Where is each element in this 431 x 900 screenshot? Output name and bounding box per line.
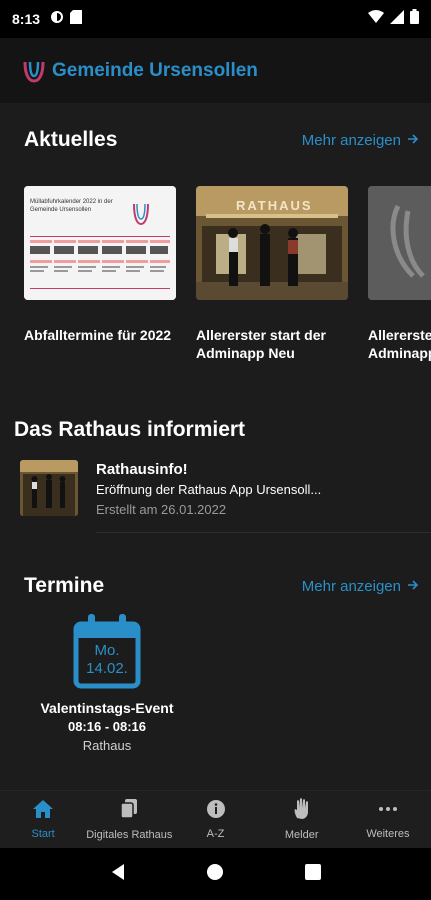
info-icon (206, 799, 226, 824)
nav-a-z-label: A-Z (206, 828, 225, 840)
news-card-title: Allererster start der Adminapp Neu (196, 327, 326, 361)
status-time: 8:13 (12, 11, 41, 27)
signal-icon (390, 9, 404, 29)
aktuelles-header: Aktuelles Mehr anzeigen (24, 128, 419, 152)
aktuelles-title: Aktuelles (24, 128, 118, 151)
news-card[interactable]: Allererster Adminapp (368, 186, 431, 362)
rathaus-info-text: Rathausinfo! Eröffnung der Rathaus App U… (96, 460, 321, 532)
news-card-image (368, 186, 431, 300)
termine-title: Termine (24, 574, 105, 597)
event-location: Rathaus (82, 738, 132, 753)
event-item[interactable]: Mo. 14.02. Valentinstags-Event 08:16 - 0… (24, 614, 190, 753)
rathaus-section-title: Das Rathaus informiert (14, 418, 246, 441)
news-card[interactable]: Müllabfuhrkalender 2022 in der Gemeinde … (24, 186, 176, 362)
news-card-image-caption: Müllabfuhrkalender 2022 in der Gemeinde … (30, 199, 113, 213)
nav-melder[interactable]: Melder (259, 791, 345, 848)
calendar-icon: Mo. 14.02. (72, 614, 142, 690)
notification-icon (50, 10, 64, 29)
rathaus-info-date: Erstellt am 26.01.2022 (96, 502, 227, 517)
sim-icon (70, 9, 83, 29)
aktuelles-carousel[interactable]: Müllabfuhrkalender 2022 in der Gemeinde … (24, 186, 431, 362)
app-title: Gemeinde Ursensollen (52, 59, 258, 81)
rathaus-info-thumbnail (20, 460, 78, 516)
arrow-right-icon (407, 132, 419, 149)
wifi-icon (368, 9, 384, 29)
nav-start-label: Start (31, 828, 55, 840)
home-circle-icon[interactable] (206, 863, 224, 886)
back-icon[interactable] (110, 863, 126, 886)
system-navigation-bar (0, 848, 431, 900)
bottom-navigation: Start Digitales Rathaus A-Z Melder Weite… (0, 790, 431, 848)
status-right (368, 9, 419, 29)
more-icon (377, 799, 399, 824)
home-icon (32, 799, 54, 824)
event-name: Valentinstags-Event (40, 700, 174, 716)
rathaus-info-item[interactable]: Rathausinfo! Eröffnung der Rathaus App U… (20, 460, 431, 532)
hand-icon (292, 798, 312, 825)
aktuelles-more-link[interactable]: Mehr anzeigen (302, 132, 419, 149)
news-card-image: Müllabfuhrkalender 2022 in der Gemeinde … (24, 186, 176, 300)
nav-weiteres-label: Weiteres (366, 828, 410, 840)
news-card-image-caption: RATHAUS (236, 198, 313, 213)
recents-icon[interactable] (304, 863, 321, 885)
news-card-title: Allererster Adminapp (368, 327, 431, 361)
divider (96, 532, 431, 533)
event-day: Mo. (94, 642, 120, 659)
event-date: 14.02. (86, 660, 128, 677)
app-header: Gemeinde Ursensollen (0, 38, 431, 104)
nav-a-z[interactable]: A-Z (172, 791, 258, 848)
rathaus-info-subtitle: Eröffnung der Rathaus App Ursensoll... (96, 482, 322, 497)
status-bar: 8:13 (0, 0, 431, 38)
event-time: 08:16 - 08:16 (67, 719, 147, 734)
nav-weiteres[interactable]: Weiteres (345, 791, 431, 848)
news-card[interactable]: RATHAUS Allererster start der Adminapp N… (196, 186, 348, 362)
arrow-right-icon (407, 578, 419, 595)
termine-header: Termine Mehr anzeigen (24, 574, 419, 598)
main-content[interactable]: Aktuelles Mehr anzeigen Müllabfuhrkalend… (0, 104, 431, 790)
nav-start[interactable]: Start (0, 791, 86, 848)
rathaus-info-title: Rathausinfo! (96, 461, 188, 478)
nav-digitales-rathaus[interactable]: Digitales Rathaus (86, 791, 172, 848)
news-card-title: Abfalltermine für 2022 (24, 327, 172, 343)
termine-more-label: Mehr anzeigen (301, 577, 401, 595)
documents-icon (119, 798, 139, 825)
nav-digitales-rathaus-label: Digitales Rathaus (86, 829, 173, 841)
nav-melder-label: Melder (284, 829, 319, 841)
aktuelles-more-label: Mehr anzeigen (301, 131, 401, 149)
termine-more-link[interactable]: Mehr anzeigen (302, 578, 419, 595)
news-card-image: RATHAUS (196, 186, 348, 300)
battery-icon (410, 9, 419, 29)
gemeinde-logo-icon (22, 59, 46, 83)
